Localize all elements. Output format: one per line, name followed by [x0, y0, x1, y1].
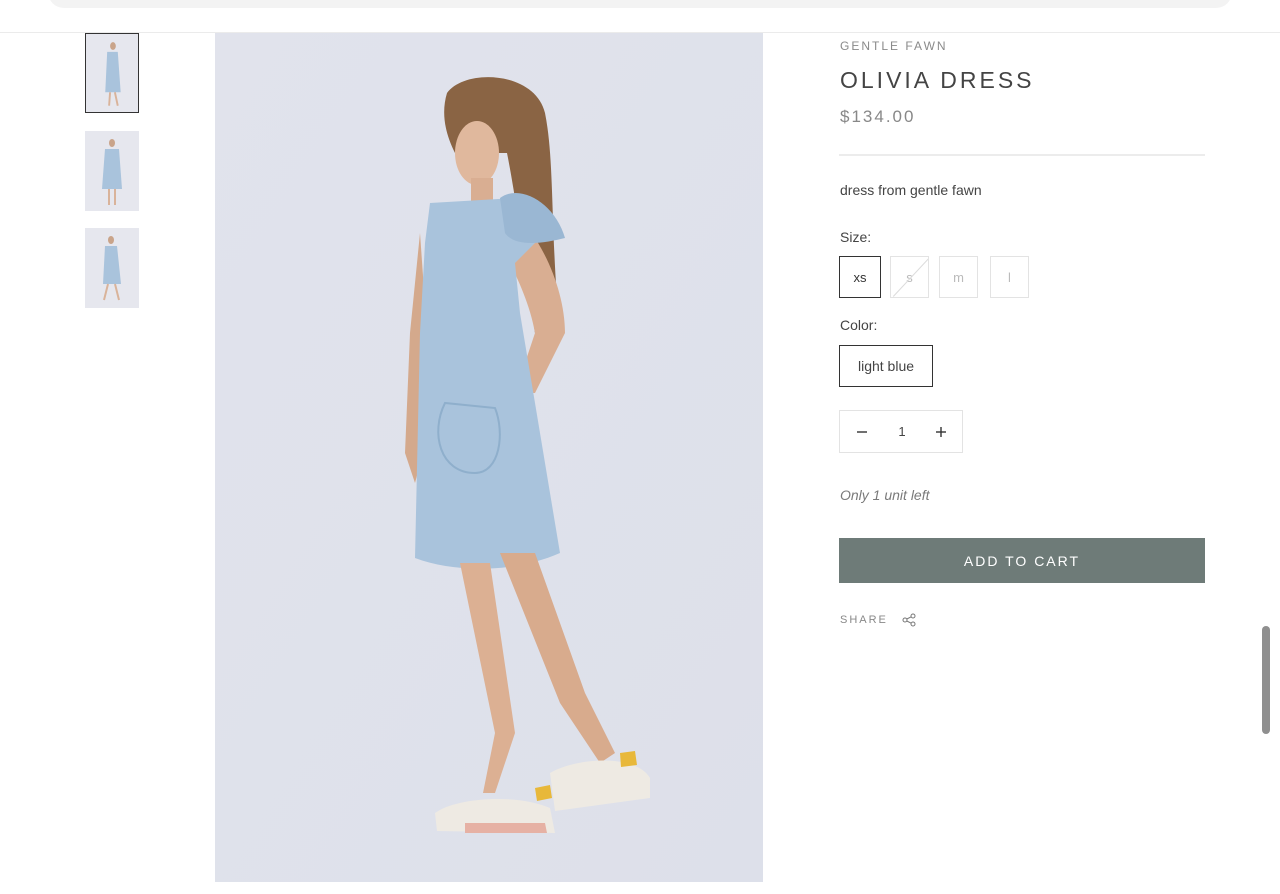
- share-button[interactable]: SHARE: [840, 613, 916, 627]
- product-photo: [215, 33, 763, 882]
- color-label: Color:: [840, 317, 878, 333]
- thumbnail-image-2: [85, 131, 139, 211]
- product-price: $134.00: [840, 107, 916, 126]
- product-brand[interactable]: GENTLE FAWN: [840, 39, 948, 53]
- product-description: dress from gentle fawn: [840, 182, 982, 198]
- thumbnail-image-1: [86, 34, 138, 112]
- page-scrollbar[interactable]: [1262, 626, 1270, 734]
- divider: [839, 154, 1205, 156]
- share-icon: [902, 613, 916, 627]
- plus-icon: [936, 426, 946, 437]
- quantity-stepper: 1: [839, 410, 963, 453]
- size-option-l[interactable]: l: [990, 256, 1029, 298]
- quantity-decrease-button[interactable]: [842, 411, 882, 452]
- product-title: OLIVIA DRESS: [840, 67, 1035, 93]
- stock-note: Only 1 unit left: [840, 487, 930, 503]
- thumbnail-1[interactable]: [85, 33, 139, 113]
- share-label: SHARE: [840, 614, 888, 626]
- quantity-value[interactable]: 1: [884, 411, 920, 452]
- quantity-increase-button[interactable]: [921, 411, 961, 452]
- size-option-m[interactable]: m: [939, 256, 978, 298]
- top-search-bar-area: [0, 0, 1280, 33]
- search-bar[interactable]: [48, 0, 1232, 8]
- add-to-cart-button[interactable]: ADD TO CART: [839, 538, 1205, 583]
- thumbnail-2[interactable]: [85, 131, 139, 211]
- minus-icon: [857, 430, 867, 433]
- thumbnail-image-3: [85, 228, 139, 308]
- product-main-image[interactable]: [215, 33, 763, 882]
- size-option-xs[interactable]: xs: [839, 256, 881, 298]
- size-option-s[interactable]: s: [890, 256, 929, 298]
- color-option-light-blue[interactable]: light blue: [839, 345, 933, 387]
- size-label: Size:: [840, 229, 872, 245]
- thumbnail-3[interactable]: [85, 228, 139, 308]
